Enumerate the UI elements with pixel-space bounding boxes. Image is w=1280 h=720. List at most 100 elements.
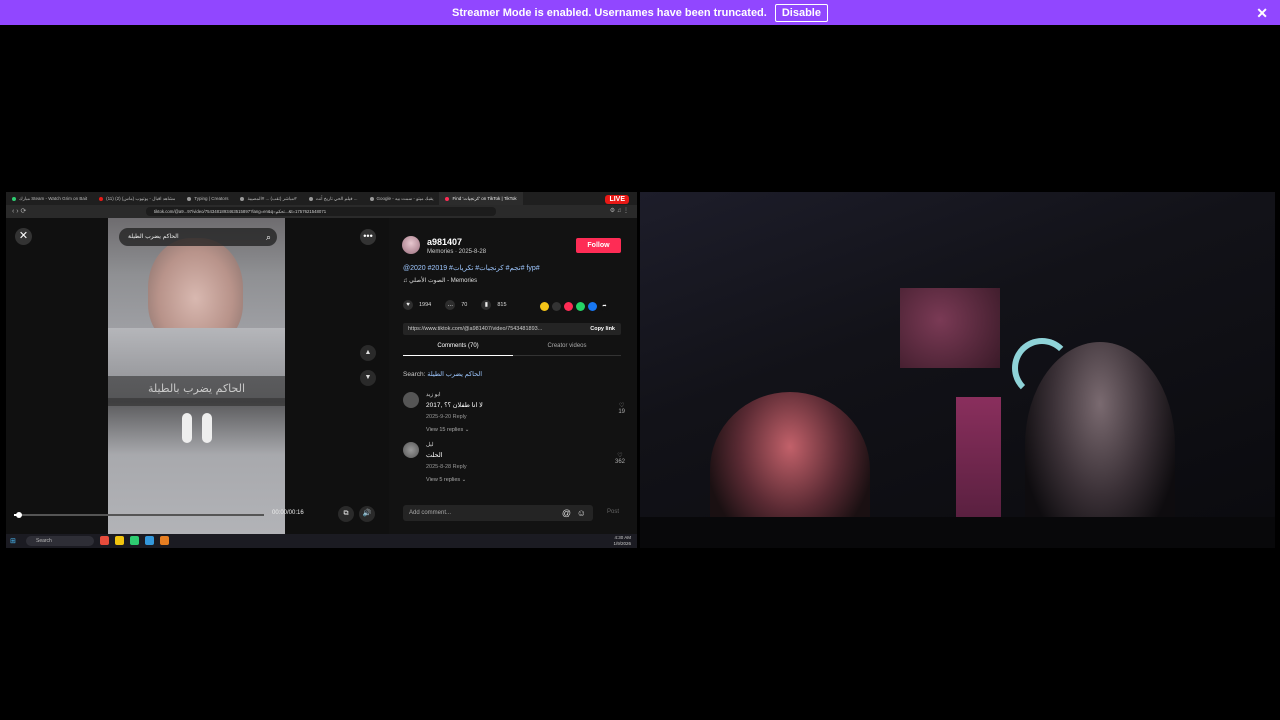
disable-streamer-mode-button[interactable]: Disable	[774, 3, 828, 22]
video-frame[interactable]: الحاكم يضرب بالطيلة	[108, 218, 285, 534]
volume-button[interactable]: 🔊	[359, 506, 375, 522]
comment-count: 70	[461, 302, 468, 308]
bookmark-icon[interactable]: ▮	[481, 300, 492, 310]
tab-favicon-icon	[369, 196, 374, 201]
xbox-icon[interactable]	[130, 536, 139, 545]
avatar[interactable]	[402, 236, 420, 254]
like-count: 1994	[419, 302, 432, 308]
comment-author[interactable]: ليل	[426, 442, 434, 448]
nav-buttons-icon[interactable]: ‹ › ⟳	[12, 207, 26, 215]
hoodie-string	[202, 413, 212, 443]
comment-meta[interactable]: 2025-8-28 Reply	[426, 464, 467, 470]
mention-icon[interactable]: @	[562, 505, 571, 521]
avatar[interactable]	[403, 392, 419, 408]
video-timecode: 00:00/00:16	[272, 510, 304, 516]
video-player: ✕ الحاكم يضرب بالطيلة الحاكم يضرب الطيلة…	[6, 218, 389, 534]
system-tray[interactable]: 4:30 AM 1/9/2026	[613, 535, 631, 547]
screen-capture: مبارك Steam - Watch Grim on Bait (11) مش…	[6, 192, 637, 548]
post-comment-button[interactable]: Post	[607, 509, 619, 515]
tab-label: مباشر (تقب) ... #المصيبة#	[247, 196, 297, 201]
search-query-text: الحاكم يضرب الطيلة	[128, 234, 179, 240]
next-video-button[interactable]: ▼	[360, 370, 376, 386]
tab-label: Google - يقبك ميتو - سمت بيه	[376, 196, 434, 201]
heart-icon[interactable]: ♡	[618, 402, 625, 409]
tab-label: مبارك Steam - Watch Grim on Bait	[19, 196, 88, 201]
wall-poster	[900, 288, 1000, 368]
share-link-text: https://www.tiktok.com/@a981407/video/75…	[408, 326, 543, 332]
post-hashtags[interactable]: @تجم# كرنجيات# تكريات# 2019# 2020# fyp#	[403, 264, 540, 272]
desk	[640, 517, 1275, 548]
webcam-feed	[640, 192, 1275, 548]
browser-tab-bar: مبارك Steam - Watch Grim on Bait (11) مش…	[6, 192, 637, 205]
list-item: ليل الحلت 2025-8-28 Reply View 5 replies…	[403, 442, 629, 487]
comment-tabs: Comments (70) Creator videos	[403, 343, 621, 356]
whatsapp-icon[interactable]	[576, 302, 585, 311]
view-replies-link[interactable]: View 5 replies ⌄	[426, 477, 466, 483]
tab-favicon-icon	[187, 196, 192, 201]
video-progress-bar[interactable]	[14, 512, 264, 518]
embed-icon[interactable]	[552, 302, 561, 311]
tab-creator-videos[interactable]: Creator videos	[513, 343, 621, 349]
url-field[interactable]: tiktok.com/@a9...97/video/75434818934635…	[146, 207, 496, 216]
facebook-icon[interactable]	[588, 302, 597, 311]
extensions-icon[interactable]: ⚙ ♫ ⋮	[610, 207, 629, 214]
post-details-panel: a981407 Memories · 2025-8-28 Follow @تجم…	[395, 218, 637, 534]
copy-link-button[interactable]: Copy link	[590, 323, 615, 335]
previous-video-button[interactable]: ▲	[360, 345, 376, 361]
folder-icon[interactable]	[115, 536, 124, 545]
post-sound[interactable]: ♫ الصوت الأصلي - Memories	[403, 277, 477, 284]
browser-tab[interactable]: مباشر (تقب) ... #المصيبة#	[234, 192, 302, 205]
comment-meta[interactable]: 2025-9-20 Reply	[426, 414, 467, 420]
taskbar-apps	[100, 536, 169, 545]
share-link-field[interactable]: https://www.tiktok.com/@a981407/video/75…	[403, 323, 621, 335]
close-icon[interactable]: ✕	[1256, 5, 1268, 22]
comment-icon[interactable]: …	[445, 300, 456, 310]
post-username[interactable]: a981407	[427, 237, 462, 247]
banner-message: Streamer Mode is enabled. Usernames have…	[452, 6, 767, 19]
comment-search-hint: Search: الحاكم يضرب الطيلة	[403, 370, 482, 378]
share-arrow-icon[interactable]: ➦	[600, 302, 609, 311]
browser-tab[interactable]: فيلم الحي تاريخ أنت ...	[303, 192, 364, 205]
add-comment-input[interactable]: Add comment... @ ☺	[403, 505, 593, 521]
search-query-link[interactable]: الحاكم يضرب الطيلة	[427, 371, 482, 378]
comment-like[interactable]: ♡ 19	[618, 402, 625, 415]
browser-tab[interactable]: (11) مشاهد اقبال - يوتيوب (ماس) (2)	[93, 192, 181, 205]
browser-tab[interactable]: Typing | Creators	[181, 192, 234, 205]
send-icon[interactable]	[564, 302, 573, 311]
windows-taskbar: ⊞ Search 4:30 AM 1/9/2026	[6, 534, 637, 548]
comment-author[interactable]: ابو زيد	[426, 392, 441, 398]
picture-in-picture-button[interactable]: ⧉	[338, 506, 354, 522]
add-comment-placeholder: Add comment...	[409, 510, 452, 516]
brave-icon[interactable]	[100, 536, 109, 545]
browser-tab[interactable]: مبارك Steam - Watch Grim on Bait	[6, 192, 93, 205]
tray-date: 1/9/2026	[613, 541, 631, 546]
list-item: ابو زيد لا انا طفلان ؟؟ ,2017 2025-9-20 …	[403, 392, 629, 437]
tab-label: فيلم الحي تاريخ أنت ...	[315, 196, 358, 201]
search-icon[interactable]: ⌕	[266, 228, 271, 246]
browser-address-bar: ‹ › ⟳ tiktok.com/@a9...97/video/75434818…	[6, 205, 637, 218]
steam-icon[interactable]	[145, 536, 154, 545]
emoji-icon[interactable]: ☺	[577, 505, 586, 521]
browser-tab-active[interactable]: Find 'كرنجيات' on TikTok | TikTok	[439, 192, 523, 205]
close-video-button[interactable]: ✕	[15, 228, 32, 245]
comment-text: الحلت	[426, 452, 443, 459]
browser-tab[interactable]: Google - يقبك ميتو - سمت بيه	[364, 192, 440, 205]
share-icons: ➦	[540, 302, 609, 311]
view-replies-link[interactable]: View 15 replies ⌄	[426, 427, 469, 433]
more-options-button[interactable]: •••	[360, 229, 376, 245]
heart-icon[interactable]: ♥	[403, 300, 413, 310]
comment-like[interactable]: ♡ 362	[615, 452, 625, 465]
progress-handle[interactable]	[16, 512, 22, 518]
streamer-mode-banner: Streamer Mode is enabled. Usernames have…	[0, 0, 1280, 25]
heart-icon[interactable]: ♡	[615, 452, 625, 459]
start-icon[interactable]: ⊞	[10, 537, 16, 545]
share-coin-icon[interactable]	[540, 302, 549, 311]
tiktok-favicon-icon	[445, 196, 450, 201]
chrome-icon[interactable]	[160, 536, 169, 545]
taskbar-search[interactable]: Search	[26, 536, 94, 546]
tab-comments[interactable]: Comments (70)	[403, 343, 513, 356]
avatar[interactable]	[403, 442, 419, 458]
follow-button[interactable]: Follow	[576, 238, 621, 253]
video-search-input[interactable]: الحاكم يضرب الطيلة ⌕	[119, 228, 277, 246]
headset-icon	[1012, 338, 1072, 398]
